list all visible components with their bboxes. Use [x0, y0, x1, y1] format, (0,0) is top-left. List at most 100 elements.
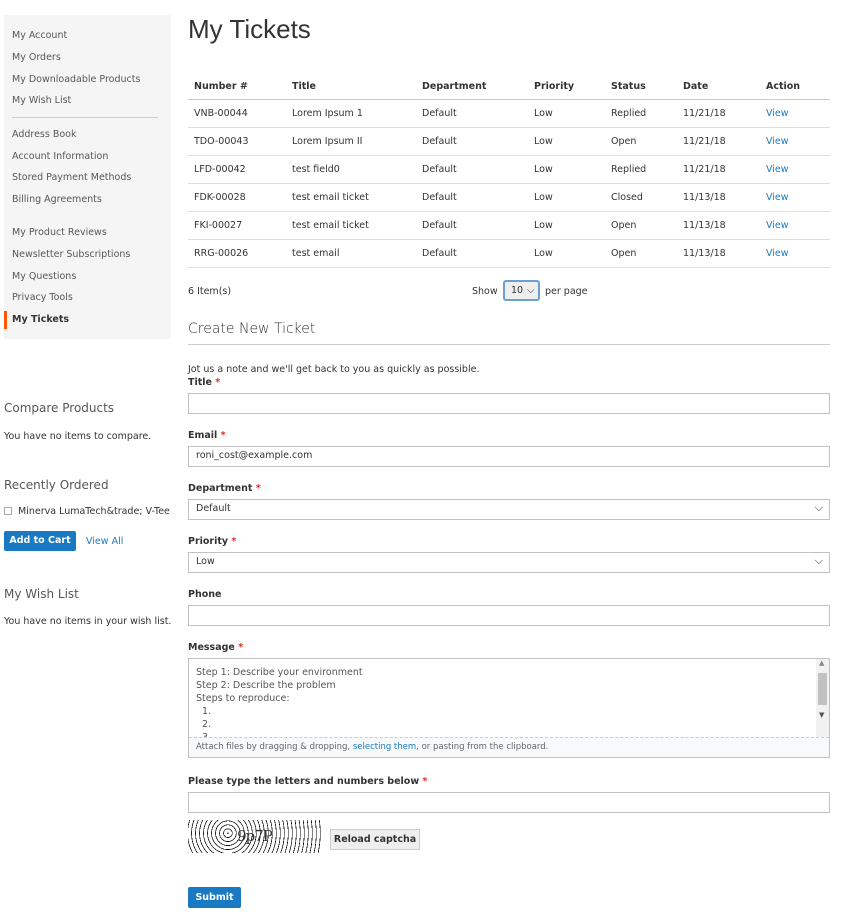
view-ticket-link[interactable]: View: [766, 108, 789, 119]
message-line: Steps to reproduce:: [196, 693, 290, 704]
table-cell: test email: [286, 239, 416, 268]
table-cell: test email ticket: [286, 183, 416, 212]
department-select[interactable]: Default: [188, 499, 830, 520]
phone-input[interactable]: [188, 605, 830, 626]
wishlist-title: My Wish List: [4, 587, 79, 601]
captcha-input[interactable]: [188, 792, 830, 813]
table-cell: Default: [416, 155, 528, 184]
scrollbar[interactable]: ▲ ▼: [816, 659, 829, 737]
sidebar-item[interactable]: Newsletter Subscriptions: [12, 249, 130, 260]
sidebar-item[interactable]: My Account: [12, 30, 67, 41]
column-header: Priority: [528, 74, 605, 100]
table-row: LFD-00042 test field0 Default Low Replied 11/…: [188, 155, 830, 184]
table-cell: 11/21/18: [677, 99, 760, 128]
submit-button[interactable]: Submit: [188, 887, 241, 908]
table-cell: Default: [416, 211, 528, 240]
table-row: TDO-00043 Lorem Ipsum II Default Low Open 11/…: [188, 127, 830, 156]
table-cell: Low: [528, 155, 605, 184]
table-cell: Open: [605, 239, 677, 268]
sidebar-item[interactable]: My Downloadable Products: [12, 74, 140, 85]
reload-captcha-button[interactable]: Reload captcha: [330, 829, 420, 850]
form-intro: Jot us a note and we'll get back to you …: [188, 364, 480, 375]
captcha-image: 9p7P: [188, 820, 321, 853]
table-cell: Default: [416, 183, 528, 212]
table-row: FDK-00028 test email ticket Default Low Clos…: [188, 183, 830, 212]
sidebar-item[interactable]: My Questions: [12, 271, 76, 282]
table-cell: 11/13/18: [677, 239, 760, 268]
divider: [188, 344, 830, 345]
table-cell: Replied: [605, 155, 677, 184]
captcha-label: Please type the letters and numbers belo…: [188, 776, 428, 787]
sidebar-item[interactable]: Billing Agreements: [12, 194, 102, 205]
title-input[interactable]: [188, 393, 830, 414]
table-cell: 11/21/18: [677, 127, 760, 156]
sidebar-item[interactable]: My Tickets: [12, 314, 69, 325]
view-ticket-link[interactable]: View: [766, 136, 789, 147]
attach-files-bar[interactable]: Attach files by dragging & dropping, sel…: [189, 737, 829, 757]
table-cell: test field0: [286, 155, 416, 184]
table-cell: Lorem Ipsum II: [286, 127, 416, 156]
compare-title: Compare Products: [4, 401, 115, 415]
table-cell: 11/13/18: [677, 183, 760, 212]
sidebar-item[interactable]: My Wish List: [12, 95, 71, 106]
table-cell: Low: [528, 239, 605, 268]
view-ticket-link[interactable]: View: [766, 164, 789, 175]
table-cell: 11/13/18: [677, 211, 760, 240]
table-row: FKI-00027 test email ticket Default Low Open…: [188, 211, 830, 240]
priority-label: Priority *: [188, 536, 237, 547]
message-label: Message *: [188, 642, 244, 653]
table-cell: Default: [416, 127, 528, 156]
column-header: Date: [677, 74, 760, 100]
compare-empty: You have no items to compare.: [4, 431, 152, 442]
table-cell: LFD-00042: [188, 155, 286, 184]
recent-item-checkbox[interactable]: [4, 507, 12, 515]
limiter-select[interactable]: 10 ⌵: [503, 280, 540, 301]
table-cell: Low: [528, 99, 605, 128]
message-line: 1.: [196, 706, 212, 717]
message-textarea[interactable]: Step 1: Describe your environment Step 2:…: [188, 658, 830, 758]
tickets-table: Number # Title Department Priority Status Dat…: [188, 74, 830, 268]
message-line: Step 1: Describe your environment: [196, 667, 363, 678]
table-cell: 11/21/18: [677, 155, 760, 184]
action-cell: View: [760, 99, 830, 128]
limiter-value: 10: [511, 285, 524, 296]
table-cell: test email ticket: [286, 211, 416, 240]
action-cell: View: [760, 211, 830, 240]
chevron-down-icon: ⌵: [527, 285, 535, 296]
sidebar-item[interactable]: Account Information: [12, 151, 108, 162]
title-label: Title *: [188, 377, 221, 388]
select-files-link[interactable]: selecting them: [353, 742, 416, 752]
view-all-link[interactable]: View All: [86, 536, 123, 547]
table-cell: Open: [605, 211, 677, 240]
table-cell: RRG-00026: [188, 239, 286, 268]
recent-item: Minerva LumaTech&trade; V-Tee: [18, 506, 170, 517]
column-header: Status: [605, 74, 677, 100]
table-cell: FKI-00027: [188, 211, 286, 240]
recent-title: Recently Ordered: [4, 478, 109, 492]
sidebar-item[interactable]: Stored Payment Methods: [12, 172, 131, 183]
item-count: 6 Item(s): [188, 286, 232, 297]
column-header: Department: [416, 74, 528, 100]
table-cell: FDK-00028: [188, 183, 286, 212]
sidebar-item[interactable]: My Orders: [12, 52, 61, 63]
wishlist-empty: You have no items in your wish list.: [4, 616, 172, 627]
action-cell: View: [760, 183, 830, 212]
table-cell: VNB-00044: [188, 99, 286, 128]
priority-select[interactable]: Low: [188, 552, 830, 573]
column-header: Number #: [188, 74, 286, 100]
sidebar-item[interactable]: My Product Reviews: [12, 227, 107, 238]
email-input[interactable]: roni_cost@example.com: [188, 446, 830, 467]
add-to-cart-button[interactable]: Add to Cart: [4, 531, 76, 551]
email-label: Email *: [188, 430, 226, 441]
show-label: Show: [472, 286, 498, 297]
sidebar-item[interactable]: Address Book: [12, 129, 77, 140]
table-cell: Replied: [605, 99, 677, 128]
sidebar-item[interactable]: Privacy Tools: [12, 292, 73, 303]
column-header: Title: [286, 74, 416, 100]
view-ticket-link[interactable]: View: [766, 248, 789, 259]
action-cell: View: [760, 127, 830, 156]
view-ticket-link[interactable]: View: [766, 220, 789, 231]
view-ticket-link[interactable]: View: [766, 192, 789, 203]
message-line: Step 2: Describe the problem: [196, 680, 336, 691]
table-cell: Closed: [605, 183, 677, 212]
